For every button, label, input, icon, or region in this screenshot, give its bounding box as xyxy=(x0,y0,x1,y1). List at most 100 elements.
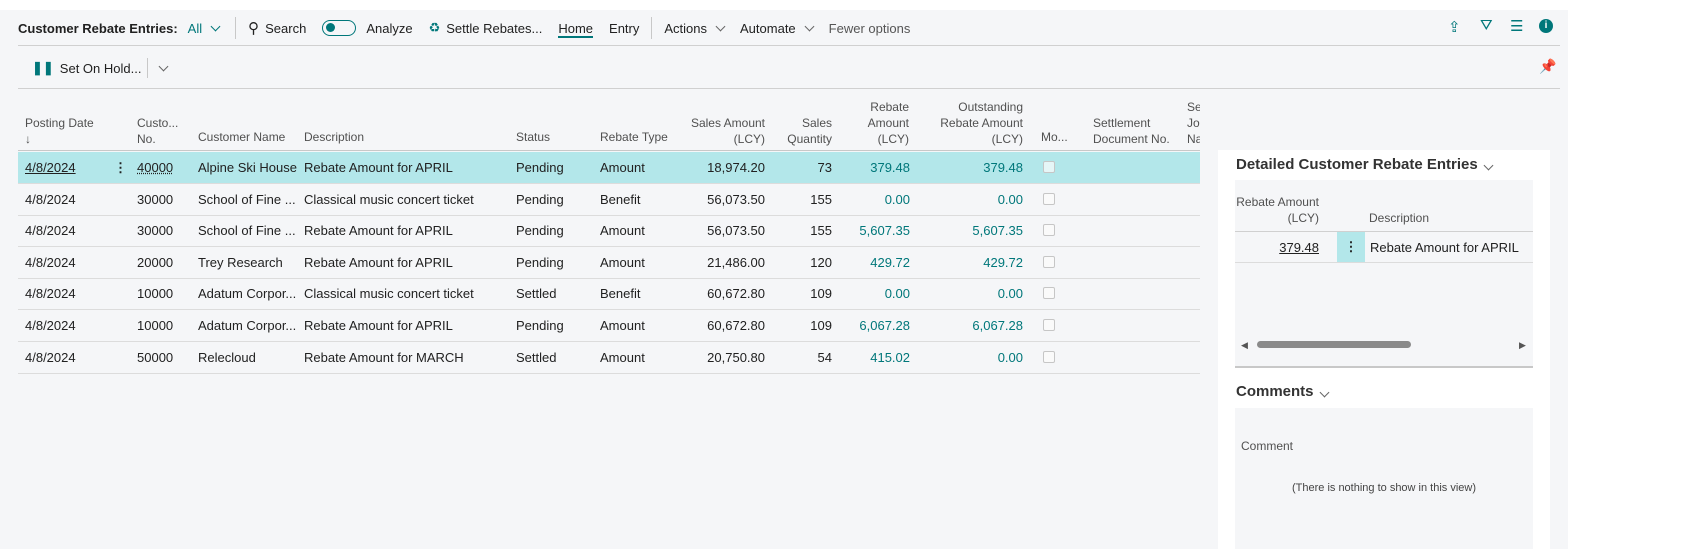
automate-menu[interactable]: Automate xyxy=(740,20,815,36)
chevron-down-icon xyxy=(804,21,815,31)
tab-home[interactable]: Home xyxy=(558,19,594,38)
fewer-options-button[interactable]: Fewer options xyxy=(829,21,911,36)
posting-date[interactable]: 4/8/2024 xyxy=(25,255,76,270)
share-icon[interactable]: ⇪ xyxy=(1448,18,1461,36)
detail-list: Rebate Amount (LCY) Description 379.48 ⋮ … xyxy=(1235,180,1533,366)
customer-no[interactable]: 40000 xyxy=(137,160,173,175)
sales-quantity: 54 xyxy=(817,349,832,365)
list-icon[interactable]: ☰ xyxy=(1510,17,1523,35)
customer-no[interactable]: 30000 xyxy=(137,223,173,238)
posting-date[interactable]: 4/8/2024 xyxy=(25,286,76,301)
tab-entry[interactable]: Entry xyxy=(609,21,639,36)
posting-date[interactable]: 4/8/2024 xyxy=(25,318,76,333)
settle-icon: ♻ xyxy=(428,20,441,35)
col-customer-name[interactable]: Customer Name xyxy=(198,129,285,145)
customer-no[interactable]: 20000 xyxy=(137,255,173,270)
info-icon[interactable]: i xyxy=(1539,19,1553,33)
posting-date[interactable]: 4/8/2024 xyxy=(25,192,76,207)
analyze-toggle[interactable]: Analyze xyxy=(322,20,413,36)
search-button[interactable]: ⚲ Search xyxy=(248,19,306,37)
comments-list: Comment (There is nothing to show in thi… xyxy=(1235,408,1533,549)
pin-icon[interactable]: 📌 xyxy=(1539,58,1556,75)
empty-message: (There is nothing to show in this view) xyxy=(1291,482,1477,494)
rebate-type: Amount xyxy=(600,223,645,239)
mo-checkbox[interactable] xyxy=(1043,161,1055,173)
automate-label: Automate xyxy=(740,20,796,36)
table-row[interactable]: 4/8/2024 ⋮ 50000 Relecloud Rebate Amount… xyxy=(18,342,1200,374)
customer-no[interactable]: 10000 xyxy=(137,318,173,333)
outstanding-amount[interactable]: 0.00 xyxy=(998,350,1023,365)
col-customer-no[interactable]: Custo... No. xyxy=(137,115,178,147)
table-row[interactable]: 4/8/2024 ⋮ 20000 Trey Research Rebate Am… xyxy=(18,247,1200,279)
detail-row[interactable]: 379.48 ⋮ Rebate Amount for APRIL xyxy=(1235,232,1533,263)
outstanding-amount[interactable]: 429.72 xyxy=(983,255,1023,270)
col-settlement-doc[interactable]: Settlement Document No. xyxy=(1093,115,1170,147)
customer-no[interactable]: 10000 xyxy=(137,286,173,301)
comments-section-title[interactable]: Comments xyxy=(1236,383,1329,400)
posting-date[interactable]: 4/8/2024 xyxy=(25,223,76,238)
mo-checkbox[interactable] xyxy=(1043,319,1055,331)
customer-no[interactable]: 50000 xyxy=(137,350,173,365)
horizontal-scrollbar[interactable] xyxy=(1257,341,1411,348)
rebate-amount[interactable]: 379.48 xyxy=(870,160,910,175)
mo-checkbox[interactable] xyxy=(1043,287,1055,300)
outstanding-amount[interactable]: 6,067.28 xyxy=(972,318,1023,333)
row-menu-icon[interactable]: ⋮ xyxy=(1337,232,1365,262)
col-outstanding-amount[interactable]: Outstanding Rebate Amount (LCY) xyxy=(940,99,1023,147)
outstanding-amount[interactable]: 5,607.35 xyxy=(972,223,1023,238)
set-on-hold-button[interactable]: ❚❚ Set On Hold... xyxy=(32,58,169,78)
col-detail-description[interactable]: Description xyxy=(1369,210,1429,226)
mo-checkbox[interactable] xyxy=(1043,350,1055,363)
posting-date[interactable]: 4/8/2024 xyxy=(25,160,76,175)
col-mo[interactable]: Mo... xyxy=(1041,129,1068,145)
view-filter-dropdown[interactable]: All xyxy=(188,21,221,36)
col-sales-quantity[interactable]: Sales Quantity xyxy=(787,115,832,147)
status: Pending xyxy=(516,160,564,175)
status: Pending xyxy=(516,318,564,333)
table-row[interactable]: 4/8/2024 ⋮ 30000 School of Fine ... Clas… xyxy=(18,184,1200,216)
rebate-amount[interactable]: 0.00 xyxy=(885,286,910,301)
pause-icon: ❚❚ xyxy=(32,60,54,75)
mo-checkbox[interactable] xyxy=(1043,224,1055,237)
col-comment[interactable]: Comment xyxy=(1241,438,1293,454)
settle-rebates-button[interactable]: ♻ Settle Rebates... xyxy=(429,20,543,36)
rebate-amount[interactable]: 0.00 xyxy=(885,192,910,207)
col-detail-rebate-amount[interactable]: Rebate Amount (LCY) xyxy=(1236,194,1319,226)
table-row[interactable]: 4/8/2024 ⋮ 30000 School of Fine ... Reba… xyxy=(18,215,1200,248)
col-rebate-type[interactable]: Rebate Type xyxy=(600,129,668,145)
col-status[interactable]: Status xyxy=(516,129,550,145)
col-settlement-journal[interactable]: Se Jo Na xyxy=(1187,99,1200,147)
chevron-down-icon[interactable] xyxy=(159,61,169,71)
sales-amount: 56,073.50 xyxy=(707,191,765,207)
col-rebate-amount[interactable]: Rebate Amount (LCY) xyxy=(868,99,909,147)
detail-description: Rebate Amount for APRIL xyxy=(1370,240,1519,255)
mo-checkbox[interactable] xyxy=(1043,255,1055,268)
rebate-amount[interactable]: 415.02 xyxy=(870,350,910,365)
col-posting-date[interactable]: Posting Date ↓ xyxy=(25,115,94,147)
scroll-left-icon[interactable]: ◀ xyxy=(1241,340,1248,351)
analyze-label: Analyze xyxy=(366,20,413,36)
rebate-amount[interactable]: 5,607.35 xyxy=(859,223,910,238)
col-sales-amount[interactable]: Sales Amount (LCY) xyxy=(691,115,765,147)
customer-no[interactable]: 30000 xyxy=(137,192,173,207)
detail-section-title[interactable]: Detailed Customer Rebate Entries xyxy=(1236,156,1494,173)
scroll-right-icon[interactable]: ▶ xyxy=(1519,340,1526,351)
mo-checkbox[interactable] xyxy=(1043,192,1055,205)
posting-date[interactable]: 4/8/2024 xyxy=(25,350,76,365)
actions-menu[interactable]: Actions xyxy=(664,21,726,36)
table-row[interactable]: 4/8/2024 ⋮ 40000 Alpine Ski House Rebate… xyxy=(18,152,1200,184)
outstanding-amount[interactable]: 0.00 xyxy=(998,286,1023,301)
rebate-amount[interactable]: 6,067.28 xyxy=(859,318,910,333)
col-description[interactable]: Description xyxy=(304,129,364,145)
row-menu-icon[interactable]: ⋮ xyxy=(114,160,127,176)
outstanding-amount[interactable]: 379.48 xyxy=(983,160,1023,175)
table-row[interactable]: 4/8/2024 ⋮ 10000 Adatum Corpor... Rebate… xyxy=(18,310,1200,342)
rebate-amount[interactable]: 429.72 xyxy=(870,255,910,270)
detail-amount[interactable]: 379.48 xyxy=(1279,240,1319,255)
rebate-type: Amount xyxy=(600,160,645,175)
table-row[interactable]: 4/8/2024 ⋮ 10000 Adatum Corpor... Classi… xyxy=(18,278,1200,311)
outstanding-amount[interactable]: 0.00 xyxy=(998,192,1023,207)
filter-icon[interactable]: ⛛ xyxy=(1480,17,1493,34)
chevron-down-icon xyxy=(1483,160,1494,171)
divider xyxy=(18,88,1560,89)
